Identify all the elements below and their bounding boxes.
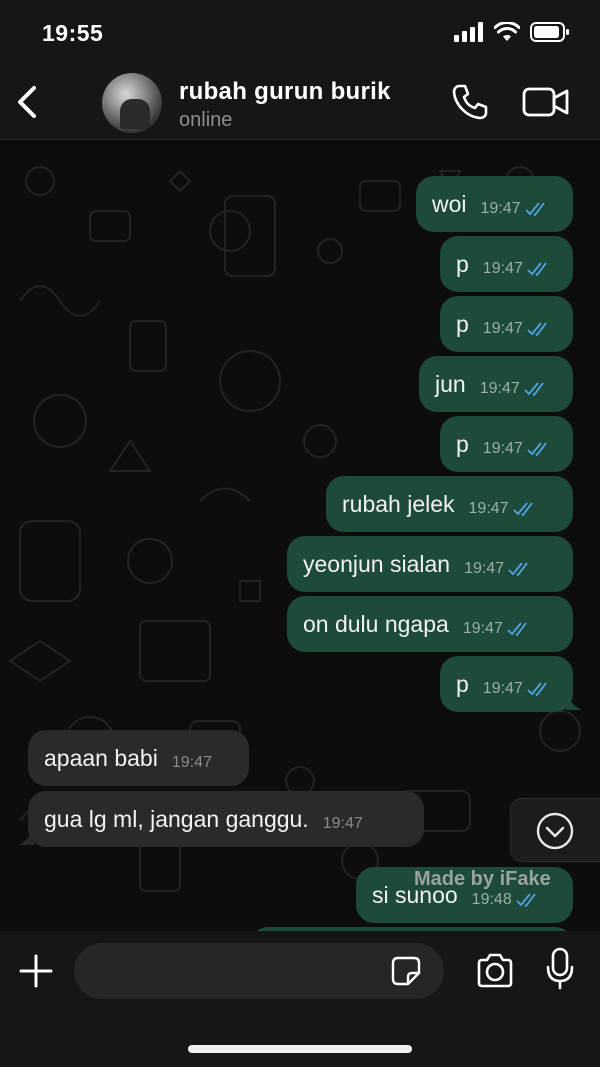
home-indicator [188,1045,412,1053]
message-input[interactable] [74,943,444,999]
battery-icon [530,22,569,42]
message-text: p [456,431,469,457]
plus-icon [19,954,53,988]
message-text: p [456,311,469,337]
sticker-button[interactable] [390,955,422,987]
message-time: 19:47 [482,320,523,337]
message-text: yeonjun sialan [303,551,451,577]
double-check-icon [516,893,536,907]
double-check-icon [527,682,547,696]
microphone-icon [546,947,574,990]
message-bubble-outgoing[interactable]: rubah jelek 19:47 [326,476,573,532]
chevron-down-circle-icon [536,812,574,850]
double-check-icon [527,442,547,456]
avatar[interactable] [102,73,162,133]
camera-button[interactable] [475,951,515,991]
message-text: p [456,671,469,697]
microphone-button[interactable] [545,947,575,991]
watermark: Made by iFake [414,868,551,890]
message-text: p [456,251,469,277]
chat-area[interactable]: woi 19:47 p 19:47 p 19:47 jun 19:47 p 19… [0,141,600,931]
message-time: 19:47 [480,200,521,217]
message-text: woi [432,191,467,217]
contact-status: online [179,109,233,131]
chevron-left-icon [18,86,36,118]
message-bubble-outgoing[interactable]: p 19:47 [440,656,573,712]
message-text: apaan babi [44,745,158,771]
message-bubble-outgoing[interactable]: p 19:47 [440,416,573,472]
message-time: 19:47 [482,680,523,697]
message-bubble-outgoing[interactable]: on dulu ngapa 19:47 [287,596,573,652]
contact-name[interactable]: rubah gurun burik [179,78,391,106]
sticker-icon [391,956,421,986]
video-camera-icon [522,87,569,117]
wifi-icon [494,22,520,41]
message-time: 19:47 [171,754,212,771]
message-time: 19:47 [464,560,505,577]
status-bar: 19:55 [0,0,600,64]
double-check-icon [524,202,545,216]
message-time: 19:47 [482,440,523,457]
double-check-icon [512,502,533,516]
signal-icon [454,22,483,42]
message-time: 19:47 [479,380,520,397]
double-check-icon [524,382,544,396]
message-text: on dulu ngapa [303,611,449,637]
bubble-tail-icon [566,694,582,710]
back-button[interactable] [12,82,42,122]
message-bubble-outgoing[interactable]: woi 19:47 [416,176,573,232]
double-check-icon [527,322,547,336]
status-icons [454,22,570,42]
message-bubble-outgoing[interactable]: yeonjun sialan 19:47 [287,536,573,592]
phone-icon [452,84,488,120]
message-bubble-incoming[interactable]: gua lg ml, jangan ganggu. 19:47 [28,791,424,847]
message-text: rubah jelek [342,491,455,517]
message-time: 19:47 [468,500,509,517]
message-bubble-outgoing[interactable]: p 19:47 [440,236,573,292]
message-text: jun [435,371,466,397]
message-time: 19:47 [322,815,363,832]
message-bubble-incoming[interactable]: apaan babi 19:47 [28,730,249,786]
status-time: 19:55 [42,20,104,46]
message-bubble-outgoing[interactable]: jun 19:47 [419,356,573,412]
message-text: gua lg ml, jangan ganggu. [44,806,309,832]
video-call-button[interactable] [522,86,570,118]
bubble-tail-icon [18,829,34,845]
double-check-icon [507,622,527,636]
chat-header: rubah gurun burik online [0,64,600,140]
camera-icon [477,953,513,988]
message-bubble-outgoing[interactable]: p 19:47 [440,296,573,352]
scroll-to-bottom-button[interactable] [510,798,600,862]
message-time: 19:47 [482,260,523,277]
message-time: 19:47 [462,620,503,637]
attach-button[interactable] [18,953,54,989]
double-check-icon [508,562,528,576]
double-check-icon [527,262,547,276]
voice-call-button[interactable] [450,82,490,122]
input-bar [0,931,600,1067]
